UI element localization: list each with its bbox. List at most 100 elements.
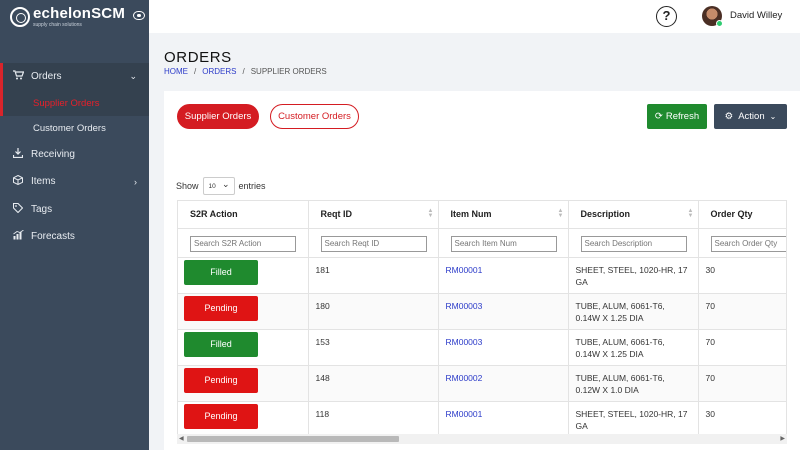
sidebar-subitem-customer-orders[interactable]: Customer Orders [0, 116, 149, 141]
description-cell: TUBE, ALUM, 6061-T6, 0.12W X 1.0 DIA [568, 365, 699, 402]
order-qty-cell: 70 [698, 365, 786, 402]
horizontal-scrollbar[interactable]: ◀ ▶ [177, 434, 787, 444]
description-cell: SHEET, STEEL, 1020-HR, 17 GA [568, 257, 699, 294]
table-row: Pending 180 RM00003 TUBE, ALUM, 6061-T6,… [178, 293, 786, 330]
sidebar-item-label: Tags [31, 203, 53, 215]
scroll-right-icon[interactable]: ▶ [780, 434, 785, 444]
sort-icon: ▲ ▼ [687, 208, 694, 219]
item-num-link[interactable]: RM00003 [446, 301, 483, 311]
download-icon [12, 147, 24, 161]
table-row: Filled 153 RM00003 TUBE, ALUM, 6061-T6, … [178, 329, 786, 366]
column-header-s2r-action[interactable]: S2R Action [178, 201, 309, 229]
logo-icon [10, 7, 30, 27]
search-s2r-action-input[interactable] [190, 235, 296, 252]
brand-tagline: supply chain solutions [33, 22, 82, 28]
show-label: Show [176, 181, 199, 191]
sidebar-subitem-supplier-orders[interactable]: Supplier Orders [0, 90, 149, 116]
status-button[interactable]: Filled [184, 259, 258, 285]
item-num-link[interactable]: RM00002 [446, 373, 483, 383]
orders-table: S2R Action Reqt ID ▲ ▼ Item Num ▲ ▼ Descript… [178, 201, 786, 438]
search-description-input[interactable] [580, 235, 687, 252]
reqt-id-cell: 148 [308, 365, 439, 402]
table-row: Pending 148 RM00002 TUBE, ALUM, 6061-T6,… [178, 365, 786, 402]
action-button[interactable]: ⚙ Action ⌄ [714, 104, 787, 129]
supplier-orders-button[interactable]: Supplier Orders [177, 104, 259, 129]
refresh-label: Refresh [665, 111, 700, 122]
search-item-num-input[interactable] [450, 235, 557, 252]
table-row: Pending 118 RM00001 SHEET, STEEL, 1020-H… [178, 401, 786, 438]
page-length-control: Show 10 entries [176, 177, 266, 195]
chevron-down-icon: ⌄ [769, 112, 777, 121]
customer-orders-button[interactable]: Customer Orders [270, 104, 359, 129]
order-qty-cell: 30 [698, 401, 786, 438]
sort-icon: ▲ ▼ [557, 208, 564, 219]
search-reqt-id-input[interactable] [320, 235, 427, 252]
sidebar-nav: Orders ⌄ Supplier Orders Customer Orders… [0, 63, 149, 251]
sidebar: echelonSCM supply chain solutions Orders… [0, 0, 149, 450]
breadcrumb-separator: / [242, 67, 245, 76]
sidebar-item-forecasts[interactable]: Forecasts [0, 223, 149, 251]
item-num-link[interactable]: RM00001 [446, 409, 483, 419]
status-button[interactable]: Pending [184, 367, 258, 393]
breadcrumb-separator: / [194, 67, 197, 76]
cube-icon [12, 175, 24, 188]
reqt-id-cell: 153 [308, 329, 439, 366]
column-search-row [178, 228, 786, 258]
reqt-id-cell: 181 [308, 257, 439, 294]
order-qty-cell: 70 [698, 293, 786, 330]
search-order-qty-input[interactable] [710, 235, 786, 252]
description-cell: SHEET, STEEL, 1020-HR, 17 GA [568, 401, 699, 438]
status-button[interactable]: Filled [184, 331, 258, 357]
chart-icon [12, 229, 24, 243]
reqt-id-cell: 118 [308, 401, 439, 438]
online-status-icon [716, 20, 723, 27]
breadcrumb-home[interactable]: HOME [164, 67, 188, 76]
sidebar-item-orders[interactable]: Orders ⌄ [0, 63, 149, 91]
sidebar-item-label: Orders [31, 71, 62, 83]
sidebar-item-tags[interactable]: Tags [0, 196, 149, 224]
user-name[interactable]: David Willey [730, 10, 782, 21]
chevron-right-icon: › [134, 176, 137, 187]
reqt-id-cell: 180 [308, 293, 439, 330]
order-qty-cell: 30 [698, 257, 786, 294]
sidebar-item-label: Forecasts [31, 231, 75, 243]
table-header-row: S2R Action Reqt ID ▲ ▼ Item Num ▲ ▼ Descript… [178, 201, 786, 229]
brand-name: echelonSCM [33, 5, 126, 22]
scroll-left-icon[interactable]: ◀ [179, 434, 184, 444]
column-header-reqt-id[interactable]: Reqt ID ▲ ▼ [308, 201, 439, 229]
chevron-down-icon: ⌄ [129, 71, 137, 82]
breadcrumb-current: SUPPLIER ORDERS [250, 67, 327, 76]
scrollbar-thumb[interactable] [187, 436, 399, 442]
status-button[interactable]: Pending [184, 295, 258, 321]
page-length-select[interactable]: 10 [202, 177, 235, 195]
column-header-order-qty[interactable]: Order Qty [698, 201, 786, 229]
status-button[interactable]: Pending [184, 403, 258, 429]
description-cell: TUBE, ALUM, 6061-T6, 0.14W X 1.25 DIA [568, 329, 699, 366]
sidebar-item-receiving[interactable]: Receiving [0, 141, 149, 169]
page-title: ORDERS [164, 49, 232, 66]
table-row: Filled 181 RM00001 SHEET, STEEL, 1020-HR… [178, 257, 786, 294]
top-bar: ? David Willey [149, 0, 800, 33]
action-label: Action [738, 111, 765, 122]
sidebar-item-label: Items [31, 176, 56, 188]
sort-icon: ▲ ▼ [427, 208, 434, 219]
item-num-link[interactable]: RM00003 [446, 337, 483, 347]
orders-card: Supplier Orders Customer Orders ⟳ Refres… [164, 91, 800, 450]
breadcrumb: HOME / ORDERS / SUPPLIER ORDERS [164, 67, 327, 76]
cart-icon [12, 70, 24, 83]
eye-icon[interactable] [133, 11, 145, 20]
entries-label: entries [238, 181, 266, 191]
item-num-link[interactable]: RM00001 [446, 265, 483, 275]
column-header-item-num[interactable]: Item Num ▲ ▼ [438, 201, 569, 229]
help-icon[interactable]: ? [656, 6, 677, 27]
refresh-icon: ⟳ [654, 111, 663, 122]
refresh-button[interactable]: ⟳ Refresh [647, 104, 707, 129]
gear-icon: ⚙ [724, 111, 734, 122]
brand-logo[interactable]: echelonSCM supply chain solutions [0, 0, 149, 34]
tag-icon [12, 202, 24, 216]
column-header-description[interactable]: Description ▲ ▼ [568, 201, 699, 229]
breadcrumb-orders[interactable]: ORDERS [202, 67, 236, 76]
orders-table-container: S2R Action Reqt ID ▲ ▼ Item Num ▲ ▼ Descript… [177, 200, 787, 440]
sidebar-item-items[interactable]: Items › [0, 168, 149, 196]
sidebar-item-label: Receiving [31, 148, 75, 160]
